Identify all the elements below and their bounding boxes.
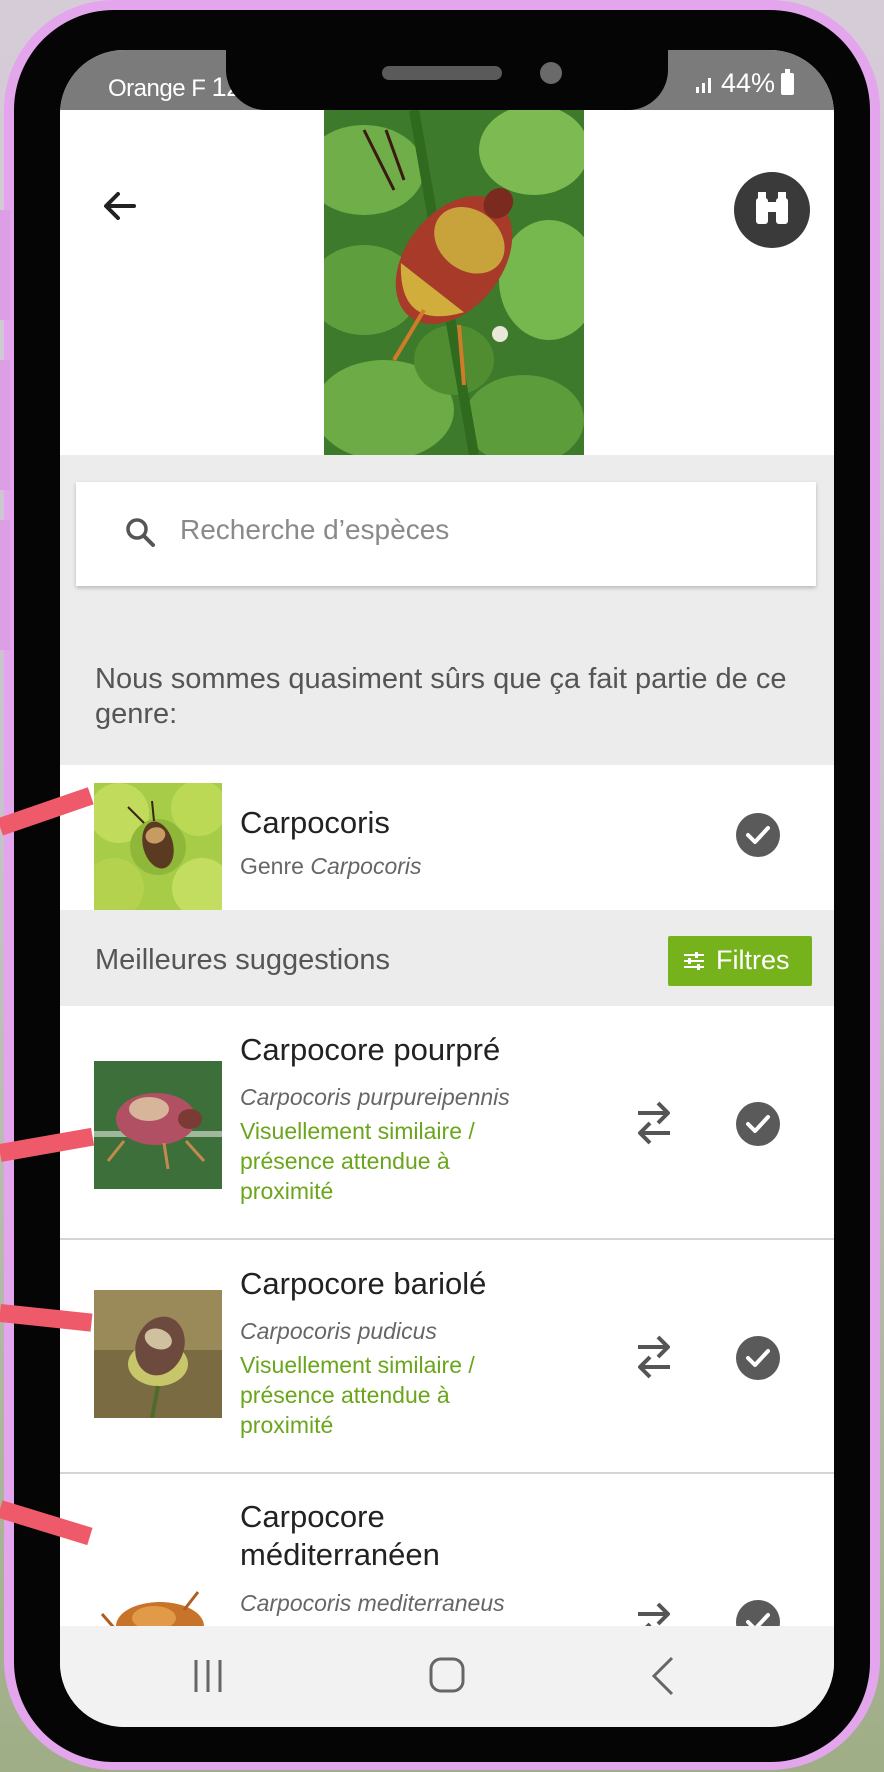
suggestion-reason: Visuellement similaire / présence attend… — [240, 1118, 475, 1204]
search-icon — [126, 518, 155, 547]
volume-button — [0, 360, 10, 490]
search-placeholder: Recherche d’espèces — [180, 514, 450, 545]
genre-rank: Genre Carpocoris — [240, 853, 422, 879]
volume-button — [0, 210, 10, 320]
swap-arrows-icon — [638, 1101, 670, 1145]
species-thumbnail — [94, 1290, 222, 1418]
filters-button[interactable]: Filtres — [668, 936, 812, 986]
swap-arrows-icon — [638, 1602, 670, 1626]
genre-thumbnail — [94, 783, 222, 911]
species-thumbnail — [94, 1570, 222, 1626]
suggestion-row[interactable]: Carpocore bariolé Carpocoris pudicus Vis… — [60, 1240, 834, 1472]
carrier-label: Orange F 12 — [108, 72, 241, 102]
recent-apps-icon[interactable] — [192, 1658, 224, 1694]
select-check-button[interactable] — [736, 1336, 780, 1380]
compare-button[interactable] — [632, 1333, 676, 1381]
identify-button[interactable] — [734, 172, 810, 248]
species-common-name: Carpocore pourpré — [240, 1032, 501, 1067]
species-thumbnail — [94, 1061, 222, 1189]
observation-photo[interactable] — [324, 110, 584, 455]
phone-screen: Orange F 12 44% Recherche d’espèces Nous… — [60, 50, 834, 1727]
suggestion-reason: Visuellement similaire / présence attend… — [240, 1352, 475, 1438]
genre-note: Nous sommes quasiment sûrs que ça fait p… — [95, 663, 787, 730]
header — [60, 110, 834, 455]
signal-icon — [695, 77, 711, 93]
select-check-button[interactable] — [736, 813, 780, 857]
species-scientific-name: Carpocoris pudicus — [240, 1318, 437, 1344]
front-camera — [540, 62, 562, 84]
filter-sliders-icon — [684, 952, 704, 970]
battery-percent: 44% — [720, 68, 775, 98]
compare-button[interactable] — [632, 1099, 676, 1147]
search-input[interactable]: Recherche d’espèces — [76, 482, 816, 586]
side-button — [0, 520, 10, 650]
checkmark-icon — [746, 1349, 770, 1367]
checkmark-icon — [746, 826, 770, 844]
binoculars-icon — [756, 192, 788, 224]
home-icon[interactable] — [428, 1656, 466, 1694]
back-button[interactable] — [98, 184, 142, 228]
arrow-left-icon — [104, 192, 136, 220]
swap-arrows-icon — [638, 1335, 670, 1379]
species-scientific-name: Carpocoris purpureipennis — [240, 1084, 510, 1110]
select-check-button[interactable] — [736, 1600, 780, 1626]
filters-label: Filtres — [716, 945, 790, 975]
select-check-button[interactable] — [736, 1102, 780, 1146]
compare-button[interactable] — [632, 1600, 676, 1626]
species-scientific-name: Carpocoris mediterraneus — [240, 1590, 505, 1616]
genre-name: Carpocoris — [240, 805, 390, 840]
system-nav-bar — [60, 1626, 834, 1727]
battery-icon — [781, 68, 794, 95]
checkmark-icon — [746, 1613, 770, 1626]
species-common-name: Carpocore méditerranéen — [240, 1499, 440, 1572]
checkmark-icon — [746, 1115, 770, 1133]
status-icons: 44% — [695, 68, 794, 99]
suggestions-label: Meilleures suggestions — [95, 944, 390, 976]
species-common-name: Carpocore bariolé — [240, 1266, 487, 1301]
speaker — [382, 66, 502, 80]
suggestion-row[interactable]: Carpocore pourpré Carpocoris purpureipen… — [60, 1006, 834, 1238]
genre-result-row[interactable]: Carpocoris Genre Carpocoris — [60, 765, 834, 911]
nav-back-icon[interactable] — [650, 1656, 676, 1696]
suggestion-row[interactable]: Carpocore méditerranéen Carpocoris medit… — [60, 1474, 834, 1626]
suggestions-header: Meilleures suggestions Filtres — [60, 910, 834, 1006]
